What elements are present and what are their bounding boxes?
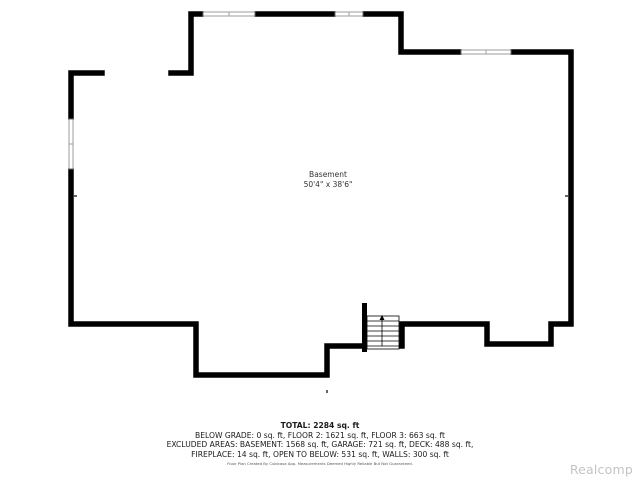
wall-ticks xyxy=(74,195,568,393)
excluded-areas-line: EXCLUDED AREAS: BASEMENT: 1568 sq. ft, G… xyxy=(166,440,474,449)
area-summary: TOTAL: 2284 sq. ft BELOW GRADE: 0 sq. ft… xyxy=(0,421,640,468)
below-grade-line: BELOW GRADE: 0 sq. ft, FLOOR 2: 1621 sq.… xyxy=(195,430,445,440)
total-area: TOTAL: 2284 sq. ft xyxy=(280,421,360,430)
credit-note: Floor Plan Created By Cubicasa App. Meas… xyxy=(227,461,413,466)
fireplace-line: FIREPLACE: 14 sq. ft, OPEN TO BELOW: 531… xyxy=(191,449,449,459)
window-top-center xyxy=(334,10,364,18)
room-label: Basement xyxy=(309,170,347,179)
exterior-walls xyxy=(68,11,574,378)
wall-main xyxy=(68,11,574,378)
staircase xyxy=(362,303,400,352)
room-dimensions: 50'4" x 38'6" xyxy=(303,180,353,189)
window-top-right xyxy=(460,48,512,56)
floor-plan xyxy=(67,10,574,393)
window-top-left xyxy=(202,10,256,18)
realcomp-watermark: Realcomp xyxy=(569,462,633,477)
window-left xyxy=(67,118,75,170)
